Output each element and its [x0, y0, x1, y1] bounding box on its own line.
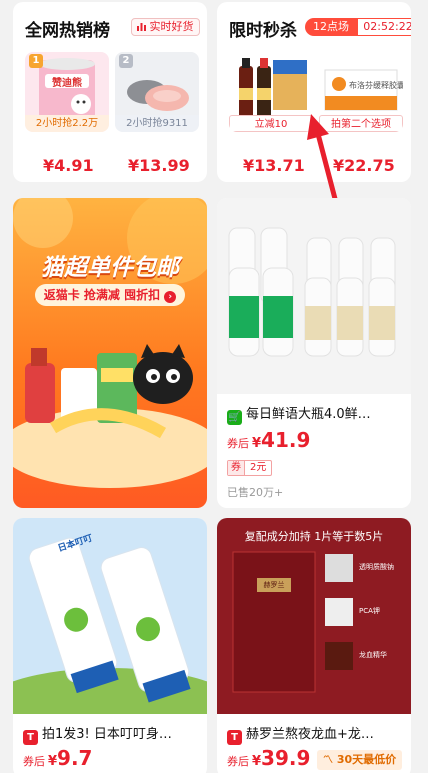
hot-item-1[interactable]: 赞迪熊 1 2小时抢2.2万	[25, 52, 109, 132]
flash-item-1[interactable]: 立减10	[229, 52, 313, 132]
promo-artwork	[13, 198, 207, 488]
product-card-milk[interactable]: 🛒 每日鲜语大瓶4.0鲜… 券后 ¥41.9 券 2元 已售20万+	[217, 198, 411, 508]
product-title: 🛒 每日鲜语大瓶4.0鲜…	[227, 407, 371, 425]
product-banner-text: 复配成分加持 1片等于数5片	[244, 530, 384, 543]
countdown-timer: 02:52:22	[357, 18, 411, 36]
promo-subtitle[interactable]: 返猫卡 抢满减 囤折扣 ›	[35, 284, 185, 306]
cart-icon: 🛒	[227, 410, 242, 425]
trend-down-icon: 〽	[323, 755, 333, 766]
sales-caption: 2小时抢2.2万	[25, 115, 109, 132]
coupon-badge: 券 2元	[227, 460, 273, 476]
sales-caption: 2小时抢9311	[115, 115, 199, 132]
product-title: T 拍1发3! 日本叮叮身…	[23, 723, 199, 745]
ingredient-3: 龙血精华	[359, 651, 387, 659]
mask-brand-text: 赫罗兰	[263, 581, 285, 589]
ingredient-2: PCA钾	[359, 607, 380, 615]
tmall-promo-banner[interactable]: 猫超单件包邮 返猫卡 抢满减 囤折扣 ›	[13, 198, 207, 508]
bar-chart-icon	[137, 20, 146, 31]
promo-caption: 立减10	[229, 115, 313, 132]
realtime-tag: 实时好货	[131, 18, 200, 36]
sale-round-label: 12点场	[305, 18, 357, 36]
hot-list-title: 全网热销榜	[25, 21, 110, 41]
arrow-right-icon: ›	[164, 291, 177, 303]
rank-badge: 1	[29, 54, 43, 68]
hot-item-2-price: ¥13.99	[128, 156, 190, 175]
price-row: 券后 ¥39.9	[227, 746, 311, 770]
thumb-brand-text: 赞迪熊	[52, 78, 82, 89]
thumb-drug-text: 布洛芬缓释胶囊	[349, 81, 403, 90]
product-image	[217, 198, 411, 394]
promo-title: 猫超单件包邮	[41, 255, 179, 281]
product-card-tubes[interactable]: 日本叮叮 T 拍1发3! 日本叮叮身… 券后 ¥9.7	[13, 518, 207, 773]
sold-count: 已售20万+	[227, 486, 284, 499]
product-title: T 赫罗兰熬夜龙血+龙…	[227, 723, 403, 745]
price-row: 券后 ¥41.9	[227, 428, 311, 452]
rank-badge: 2	[119, 54, 133, 68]
ingredient-1: 透明质酸钠	[359, 563, 394, 571]
tmall-icon: T	[227, 730, 242, 745]
hot-item-2[interactable]: 2 2小时抢9311	[115, 52, 199, 132]
flash-item-1-price: ¥13.71	[243, 156, 305, 175]
product-image	[217, 518, 411, 714]
lowest-price-tag: 〽 30天最低价	[317, 750, 403, 770]
price-row: 券后 ¥9.7	[23, 746, 93, 770]
product-card-mask[interactable]: 复配成分加持 1片等于数5片 赫罗兰 透明质酸钠 PCA钾 龙血精华 T 赫罗兰熬…	[217, 518, 411, 773]
flash-sale-title: 限时秒杀	[229, 21, 297, 41]
hot-item-1-price: ¥4.91	[43, 156, 94, 175]
tmall-icon: T	[23, 730, 38, 745]
hot-list-card[interactable]: 全网热销榜 实时好货 赞迪熊 1 2小时抢2.2万 ¥4.91 2 2小时抢93…	[13, 2, 207, 182]
product-image	[13, 518, 207, 714]
